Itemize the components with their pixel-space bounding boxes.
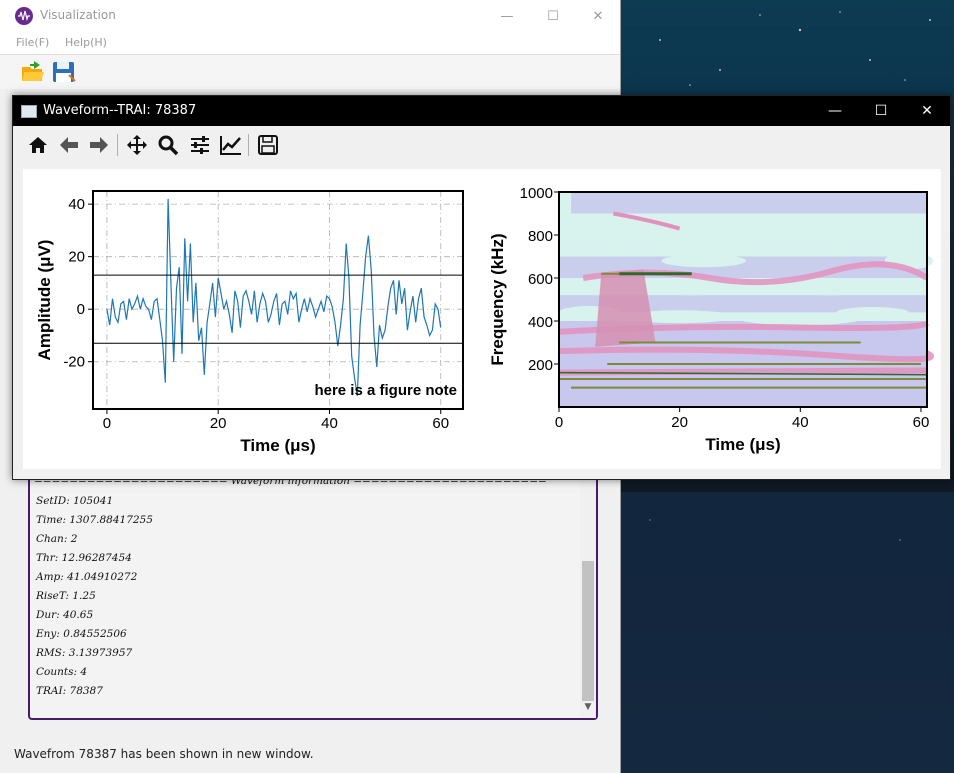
- configure-subplots-icon[interactable]: [188, 133, 212, 157]
- close-button[interactable]: ✕: [575, 0, 621, 32]
- y-tick-label: 20: [68, 249, 85, 266]
- y-axis-label: Amplitude (μV): [35, 240, 54, 361]
- x-axis-label: Time (μs): [705, 435, 780, 454]
- info-line: Thr: 12.96287454: [36, 552, 132, 564]
- maximize-button[interactable]: ☐: [530, 0, 576, 32]
- close-button[interactable]: ✕: [904, 96, 950, 126]
- info-line: Counts: 4: [36, 666, 88, 678]
- x-tick-label: 20: [671, 414, 688, 431]
- info-line: RMS: 3.13973957: [36, 647, 133, 659]
- edit-axis-icon[interactable]: [219, 133, 243, 157]
- info-line: SetID: 105041: [36, 495, 114, 507]
- figure-note-annotation: here is a figure note: [314, 382, 457, 399]
- waveform-window: Waveform--TRAI: 78387 — ☐ ✕ 0 20 40 60 4…: [12, 95, 951, 480]
- save-figure-icon[interactable]: [256, 133, 280, 157]
- info-line: Chan: 2: [36, 533, 78, 545]
- x-tick-label: 40: [321, 415, 338, 432]
- figure-canvas: 0 20 40 60 40 20 0 -20 Time (μs) Amplitude (μV) he…: [23, 169, 941, 469]
- spectrogram-cell: [595, 222, 692, 244]
- y-tick-label: 0: [77, 301, 85, 318]
- x-tick-label: 60: [432, 415, 449, 432]
- x-tick-label: 0: [555, 414, 563, 431]
- x-tick-label: 0: [103, 415, 111, 432]
- open-folder-icon[interactable]: [20, 59, 46, 85]
- back-icon[interactable]: [57, 133, 81, 157]
- y-tick-label: 600: [528, 271, 553, 288]
- scrollbar-thumb[interactable]: [582, 561, 594, 701]
- info-line: Eny: 0.84552506: [36, 628, 127, 640]
- figure-svg: 0 20 40 6040200-20Time (μs)Amplitude (μV)he…: [35, 185, 935, 455]
- info-line: Time: 1307.88417255: [36, 514, 153, 526]
- x-tick-label: 60: [913, 414, 930, 431]
- toolbar-separator: [248, 134, 249, 156]
- pan-icon[interactable]: [125, 133, 149, 157]
- main-window-title: Visualization: [40, 8, 116, 22]
- x-tick-label: 20: [210, 415, 227, 432]
- app-icon: [15, 7, 33, 25]
- info-line: RiseT: 1.25: [36, 590, 96, 602]
- forward-icon[interactable]: [87, 133, 111, 157]
- x-tick-label: 40: [792, 414, 809, 431]
- waveform-window-title: Waveform--TRAI: 78387: [43, 103, 197, 118]
- minimize-button[interactable]: —: [484, 0, 530, 32]
- y-tick-label: 400: [528, 314, 553, 331]
- window-icon: [21, 105, 37, 118]
- y-axis-label: Frequency (kHz): [488, 233, 507, 365]
- status-bar: Wavefrom 78387 has been shown in new win…: [14, 747, 314, 761]
- info-line: TRAI: 78387: [36, 685, 103, 697]
- waveform-titlebar: Waveform--TRAI: 78387 — ☐ ✕: [13, 96, 950, 126]
- waveform-info-panel: ====================== Waveform informat…: [28, 473, 598, 720]
- y-tick-label: 800: [528, 228, 553, 245]
- info-line: Amp: 41.04910272: [36, 571, 138, 583]
- y-tick-label: -20: [63, 354, 85, 371]
- vertical-scrollbar[interactable]: ▼: [580, 473, 596, 718]
- y-tick-label: 1000: [520, 185, 553, 202]
- x-axis-label: Time (μs): [240, 436, 315, 455]
- save-icon[interactable]: [51, 59, 77, 85]
- spectrogram-cell: [806, 219, 915, 242]
- spectrogram-cell: [571, 192, 927, 214]
- info-line: Dur: 40.65: [36, 609, 94, 621]
- menu-help[interactable]: Help(H): [65, 36, 107, 49]
- main-titlebar: Visualization — ☐ ✕: [0, 0, 620, 32]
- y-tick-label: 40: [68, 196, 85, 213]
- maximize-button[interactable]: ☐: [858, 96, 904, 126]
- menubar: File(F) Help(H): [0, 32, 620, 54]
- spectrogram-cell: [661, 254, 747, 268]
- zoom-icon[interactable]: [156, 133, 180, 157]
- main-toolbar: [0, 54, 620, 89]
- waveform-series-line: [106, 198, 442, 396]
- menu-file[interactable]: File(F): [16, 36, 49, 49]
- spectrogram-image: [558, 192, 935, 407]
- waveform-axes-frame: [92, 190, 464, 410]
- scroll-down-arrow-icon[interactable]: ▼: [580, 702, 596, 716]
- spectrogram-cell: [679, 218, 801, 239]
- y-tick-label: 200: [528, 357, 553, 374]
- figure-toolbar: [13, 126, 950, 162]
- toolbar-separator: [117, 134, 118, 156]
- spectrogram-cell: [836, 307, 909, 318]
- minimize-button[interactable]: —: [812, 96, 858, 126]
- home-icon[interactable]: [26, 133, 50, 157]
